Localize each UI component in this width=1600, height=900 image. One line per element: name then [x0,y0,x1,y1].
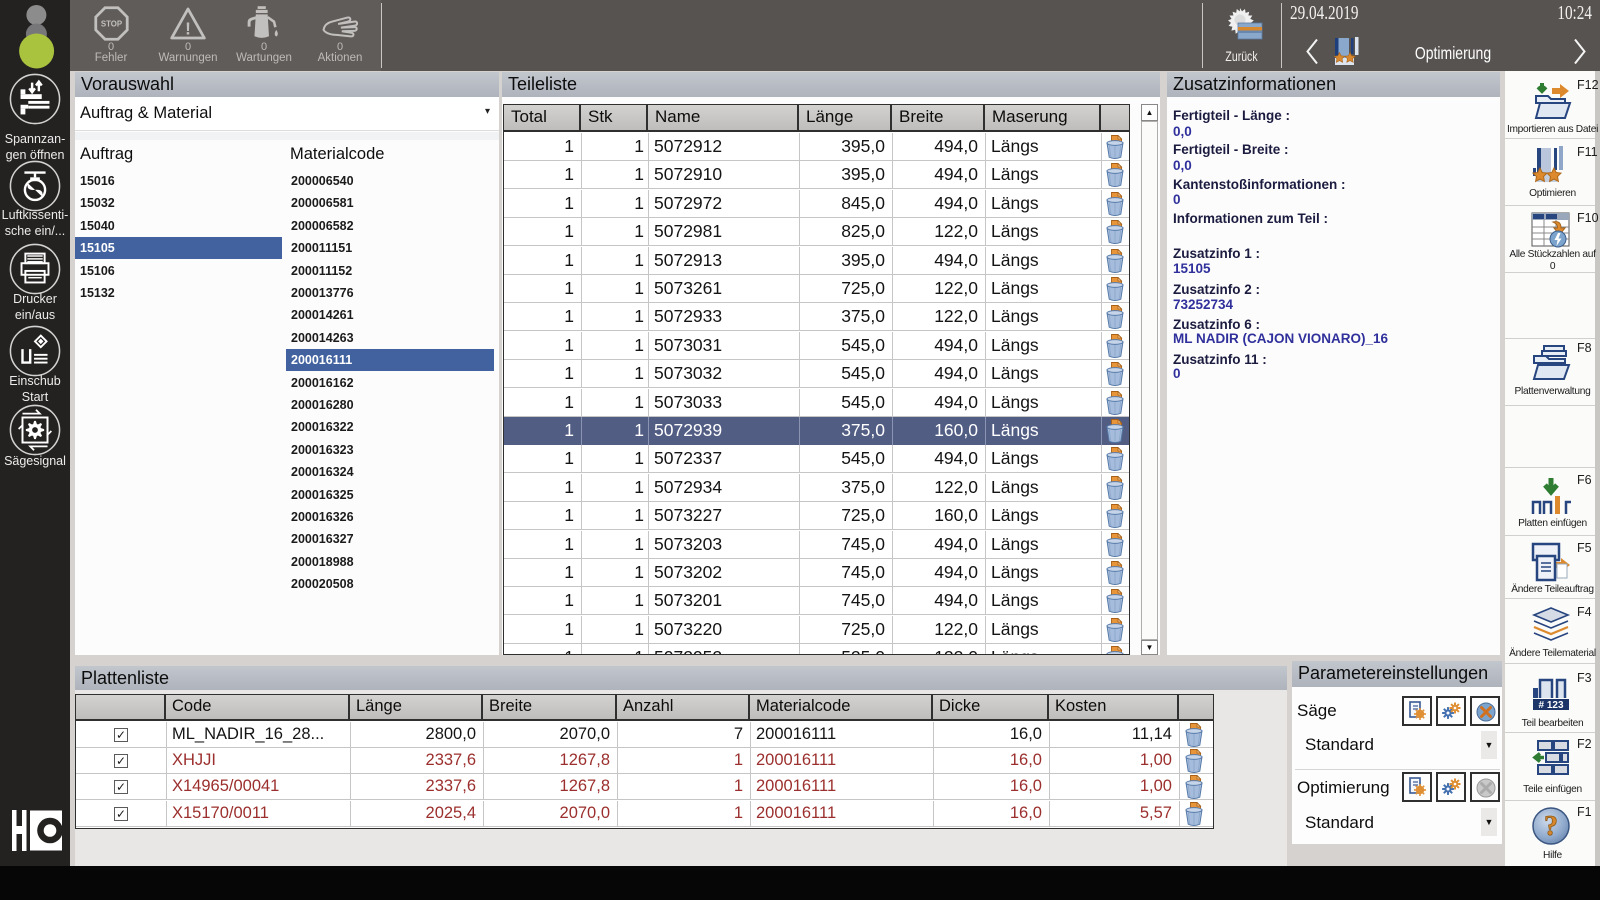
svg-text:!: ! [185,18,191,38]
svg-text:STOP: STOP [100,20,121,29]
svg-text:# 123: # 123 [1538,700,1563,711]
svg-text:?: ? [1544,811,1558,842]
